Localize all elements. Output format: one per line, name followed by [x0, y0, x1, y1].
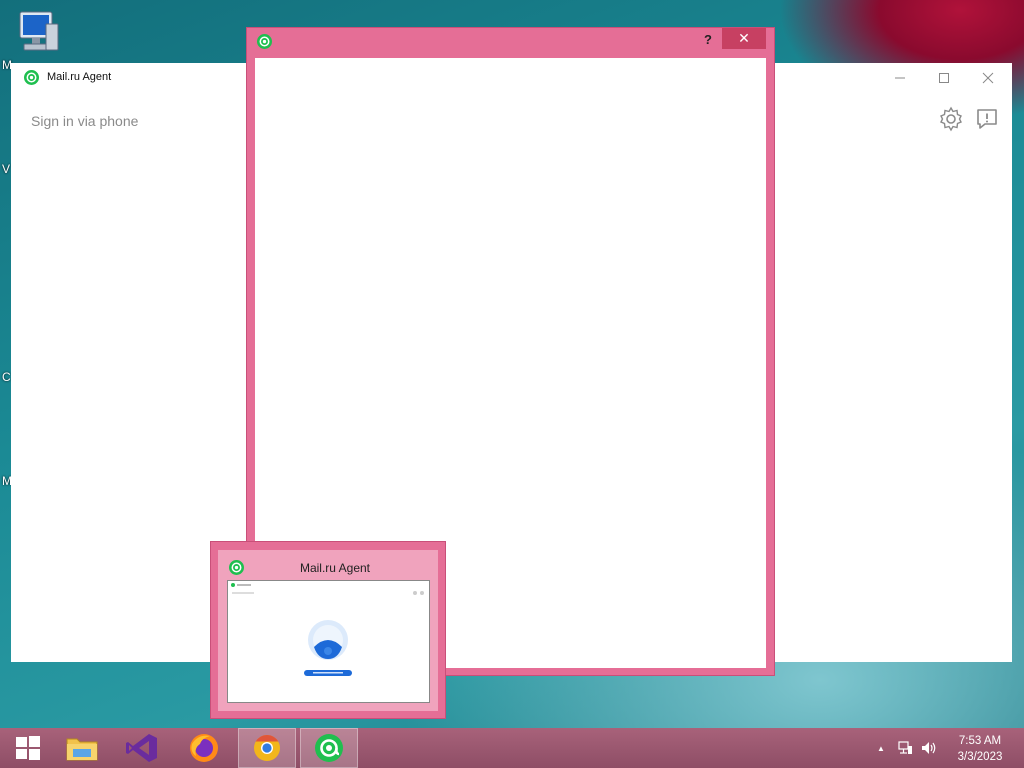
close-button[interactable]	[966, 63, 1010, 93]
taskbar-visual-studio[interactable]	[114, 728, 170, 768]
maximize-icon	[939, 73, 949, 83]
thumbnail-window-preview[interactable]	[227, 580, 430, 703]
windows-start-icon	[16, 736, 40, 760]
mini-window-preview-icon	[231, 583, 424, 676]
speaker-icon	[922, 742, 936, 754]
minimize-button[interactable]	[878, 63, 922, 93]
mail-ru-logo-icon	[24, 70, 39, 85]
start-button[interactable]	[0, 728, 56, 768]
clock-time: 7:53 AM	[958, 735, 1002, 747]
taskbar-firefox[interactable]	[176, 728, 232, 768]
help-button[interactable]: ?	[697, 28, 719, 50]
mail-ru-agent-icon	[315, 734, 343, 762]
thumbnail-title: Mail.ru Agent	[299, 561, 371, 575]
minimize-icon	[895, 77, 905, 79]
thumbnail-frame: Mail.ru Agent	[218, 550, 438, 711]
folder-icon	[66, 738, 98, 761]
mail-ru-logo-icon	[257, 34, 272, 49]
settings-button[interactable]	[938, 106, 964, 132]
sign-in-via-phone-link[interactable]: Sign in via phone	[31, 113, 138, 129]
system-clock[interactable]: 7:53 AM 3/3/2023	[950, 733, 1010, 765]
network-tray-button[interactable]	[894, 728, 916, 768]
taskbar-mail-ru-agent[interactable]	[300, 728, 358, 768]
feedback-icon	[977, 109, 997, 129]
window-title: Mail.ru Agent	[47, 71, 112, 83]
dialog-close-button[interactable]: ✕	[722, 28, 766, 49]
taskbar-file-explorer[interactable]	[54, 728, 110, 768]
taskbar-chrome-canary[interactable]	[238, 728, 296, 768]
feedback-button[interactable]	[974, 106, 1000, 132]
maximize-button[interactable]	[922, 63, 966, 93]
show-hidden-icons-button[interactable]: ▲	[872, 728, 890, 768]
gear-icon	[940, 106, 962, 132]
chrome-canary-icon	[254, 734, 280, 761]
visual-studio-icon	[126, 734, 157, 762]
desktop-label: V	[2, 162, 11, 176]
volume-tray-button[interactable]	[918, 728, 940, 768]
close-icon	[982, 72, 994, 84]
desktop-label: C	[2, 370, 11, 384]
firefox-icon	[190, 734, 218, 762]
clock-date: 3/3/2023	[957, 751, 1003, 763]
computer-desktop-icon[interactable]	[14, 10, 64, 58]
taskbar: ▲ 7:53 AM 3/3/2023	[0, 728, 1024, 768]
network-icon	[898, 741, 912, 754]
taskbar-thumbnail-preview[interactable]: Mail.ru Agent	[211, 542, 445, 718]
